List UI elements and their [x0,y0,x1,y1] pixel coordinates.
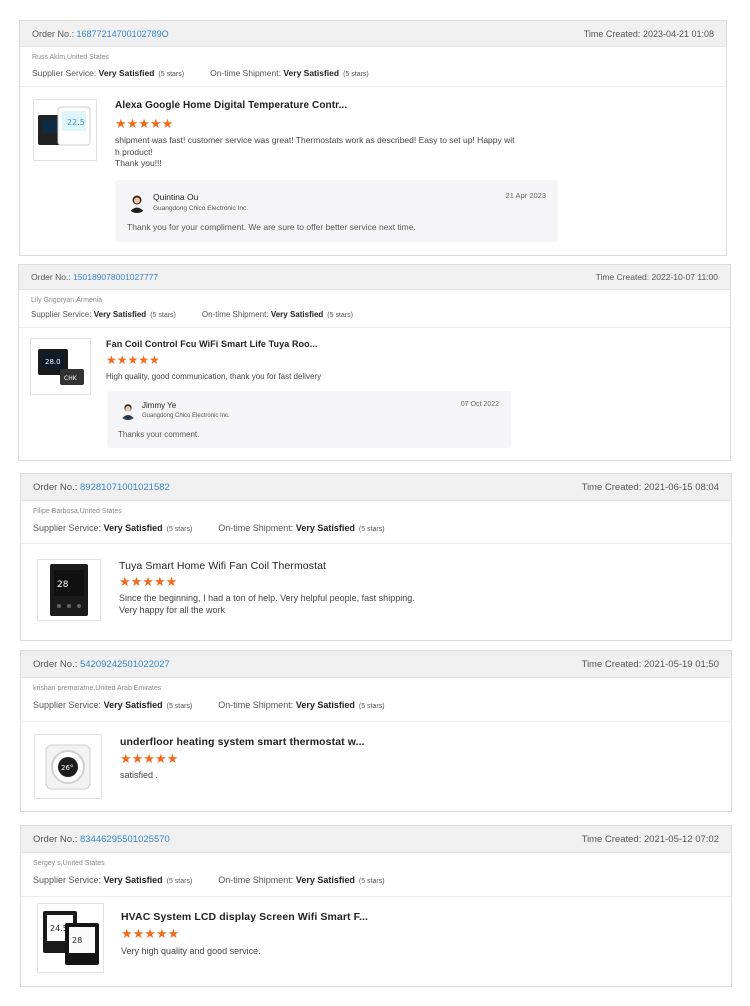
reply-date: 07 Oct 2022 [460,401,499,408]
review-text: satisfied . [120,770,159,780]
product-thumbnail[interactable]: 26° [34,734,102,799]
svg-text:28.0: 28.0 [45,358,61,366]
order-number: Order No.: 83446295501025570 [33,833,170,845]
ratings-row: Supplier Service: Very Satisfied (5 stars… [32,68,369,78]
reply-text: Thanks your comment. [118,430,200,439]
buyer-name: Lily Grigoryan,Armenia [31,297,103,304]
product-title[interactable]: Fan Coil Control Fcu WiFi Smart Life Tuy… [106,339,318,349]
order-header: Order No.: 16877214700102789O Time Creat… [20,21,726,47]
product-title[interactable]: HVAC System LCD display Screen Wifi Smar… [121,911,368,923]
supplier-reply: Quintina Ou Guangdong Chico Electronic I… [115,180,558,242]
order-number: Order No.: 54209242501022027 [33,658,170,670]
rating-stars: ★★★★★ [106,353,160,367]
product-thumbnail[interactable]: 24.5 28 [37,903,104,973]
buyer-meta: Russ Akim,United States Supplier Service… [20,47,726,87]
ratings-row: Supplier Service: Very Satisfied (5 stars… [33,523,385,533]
review-card: Order No.: 89281071001021582 Time Create… [20,473,732,641]
review-text: High quality, good communication, thank … [106,372,322,381]
order-number: Order No.: 150189078001027777 [31,272,159,282]
order-header: Order No.: 83446295501025570 Time Create… [21,826,731,853]
rating-stars: ★★★★★ [120,751,179,766]
svg-text:28: 28 [72,936,82,945]
product-thumbnail[interactable]: 28.0 CHK [30,338,91,395]
ratings-row: Supplier Service: Very Satisfied (5 stars… [33,875,385,885]
rating-stars: ★★★★★ [115,116,174,131]
thermostat-image-icon: 26° [45,744,91,789]
svg-text:22.5: 22.5 [67,118,85,127]
thermostat-image-icon: 28.0 CHK [37,348,84,385]
product-thumbnail[interactable]: 28 [37,559,101,621]
reply-author: Jimmy Ye [142,401,177,410]
reply-company: Guangdong Chico Electronic Inc. [153,205,249,212]
buyer-name: Sergey s,United States [33,860,105,867]
ratings-row: Supplier Service: Very Satisfied (5 stars… [31,310,353,319]
review-text: Since the beginning, I had a ton of help… [119,593,415,615]
buyer-meta: Sergey s,United States Supplier Service:… [21,853,731,897]
product-title[interactable]: underfloor heating system smart thermost… [120,736,365,748]
order-number: Order No.: 89281071001021582 [33,481,170,493]
order-header: Order No.: 150189078001027777 Time Creat… [19,265,730,290]
product-title[interactable]: Alexa Google Home Digital Temperature Co… [115,100,347,111]
order-number-link[interactable]: 54209242501022027 [80,659,170,670]
review-text: Very high quality and good service. [121,946,261,956]
buyer-name: krishan premaratne,United Arab Emirates [33,685,162,692]
order-header: Order No.: 89281071001021582 Time Create… [21,474,731,501]
reply-date: 21 Apr 2023 [505,191,546,200]
order-number-link[interactable]: 89281071001021582 [80,482,170,493]
order-header: Order No.: 54209242501022027 Time Create… [21,651,731,678]
buyer-name: Filipe Barbosa,United States [33,508,122,515]
ratings-row: Supplier Service: Very Satisfied (5 stars… [33,700,385,710]
thermostat-image-icon: 28 [50,564,88,616]
reply-author: Quintina Ou [153,192,199,202]
buyer-meta: Lily Grigoryan,Armenia Supplier Service:… [19,290,730,328]
review-card: Order No.: 150189078001027777 Time Creat… [18,264,731,461]
order-number-link[interactable]: 150189078001027777 [73,272,158,282]
buyer-meta: Filipe Barbosa,United States Supplier Se… [21,501,731,544]
review-card: Order No.: 83446295501025570 Time Create… [20,825,732,987]
buyer-name: Russ Akim,United States [32,54,110,61]
avatar [119,402,137,420]
product-thumbnail[interactable]: 22.5 [33,99,97,161]
time-created: Time Created: 2021-05-19 01:50 [581,658,720,670]
time-created: Time Created: 2021-06-15 08:04 [581,481,720,493]
rating-stars: ★★★★★ [121,926,180,941]
review-text: shipment was fast! customer service was … [115,135,515,168]
svg-text:CHK: CHK [64,375,78,382]
buyer-meta: krishan premaratne,United Arab Emirates … [21,678,731,722]
svg-text:26°: 26° [61,764,73,772]
supplier-reply: Jimmy Ye Guangdong Chico Electronic Inc.… [107,391,511,448]
review-card: Order No.: 54209242501022027 Time Create… [20,650,732,812]
time-created: Time Created: 2023-04-21 01:08 [583,28,714,39]
thermostat-image-icon: 22.5 [38,106,91,146]
reply-company: Guangdong Chico Electronic Inc. [142,413,230,419]
review-card: Order No.: 16877214700102789O Time Creat… [19,20,727,256]
svg-text:28: 28 [57,580,69,590]
order-number: Order No.: 16877214700102789O [32,28,169,39]
thermostat-image-icon: 24.5 28 [42,911,99,965]
avatar [127,193,147,213]
rating-stars: ★★★★★ [119,574,178,589]
product-title[interactable]: Tuya Smart Home Wifi Fan Coil Thermostat [119,560,326,572]
time-created: Time Created: 2022-10-07 11:00 [595,272,718,282]
order-number-link[interactable]: 16877214700102789O [77,29,169,39]
order-number-link[interactable]: 83446295501025570 [80,834,170,845]
time-created: Time Created: 2021-05-12 07:02 [581,833,720,845]
reply-text: Thank you for your compliment. We are su… [127,222,416,232]
